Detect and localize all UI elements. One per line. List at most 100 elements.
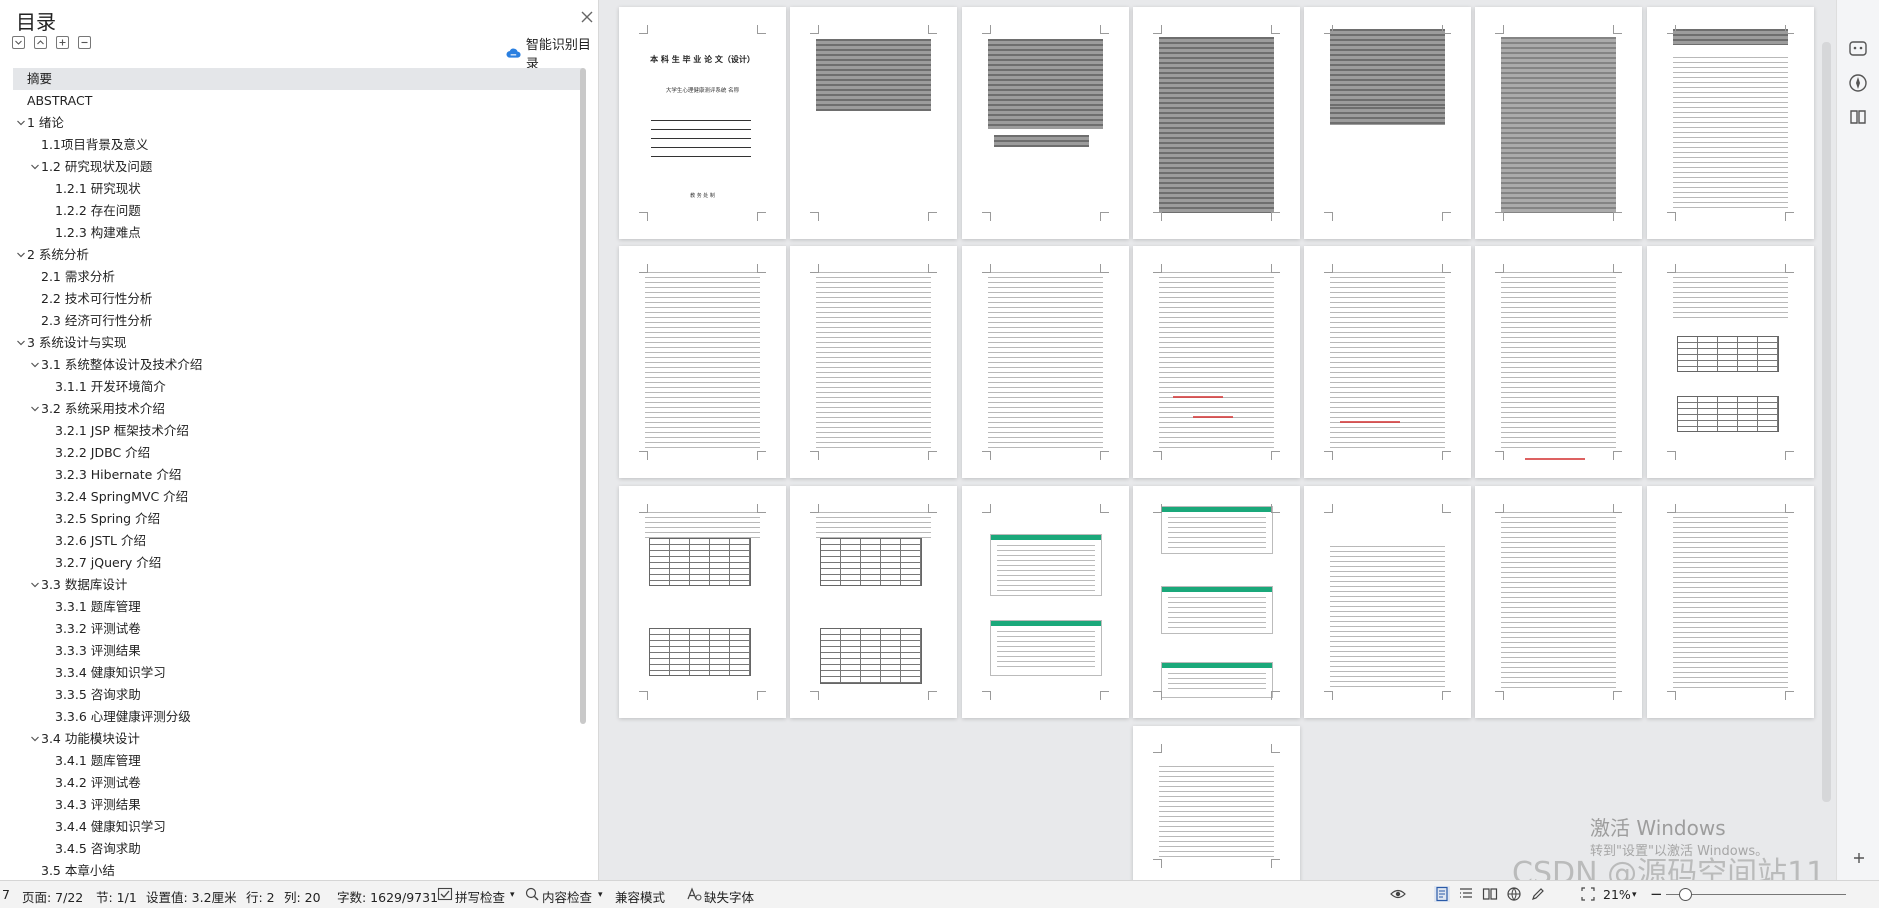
spellcheck-button[interactable]: 拼写检查 [455,887,505,906]
status-page[interactable]: 页面: 7/22 [22,887,83,906]
toc-item[interactable]: 3.2.6 JSTL 介绍 [13,530,583,552]
reading-mode-icon[interactable] [1482,886,1498,902]
zoom-out-icon[interactable]: − [1650,885,1663,903]
page-thumbnail[interactable] [619,246,786,478]
page-thumbnail[interactable] [1133,246,1300,478]
toc-item[interactable]: 2 系统分析 [13,244,583,266]
web-layout-icon[interactable] [1506,886,1522,902]
zoom-slider-handle[interactable] [1679,888,1692,901]
toc-item[interactable]: 3.4.2 评测试卷 [13,772,583,794]
toc-item[interactable]: 3.2.5 Spring 介绍 [13,508,583,530]
chevron-down-icon[interactable] [15,244,27,266]
smart-toc-button[interactable]: 智能识别目录 [506,34,598,72]
outline-view-icon[interactable] [1458,886,1474,902]
chevron-down-icon[interactable] [29,728,41,750]
collapse-all-icon[interactable] [34,36,47,49]
page-thumbnail[interactable] [1133,726,1300,880]
content-check-chevron-down-icon[interactable]: ▾ [598,890,603,900]
plus-icon[interactable] [1851,850,1867,866]
toc-item[interactable]: 1.2.2 存在问题 [13,200,583,222]
toc-item[interactable]: 3.3.5 咨询求助 [13,684,583,706]
zoom-slider-track[interactable] [1666,894,1846,895]
toc-item[interactable]: 3.2.4 SpringMVC 介绍 [13,486,583,508]
chevron-down-icon[interactable] [15,332,27,354]
toc-item[interactable]: 2.2 技术可行性分析 [13,288,583,310]
pen-icon[interactable] [1530,886,1546,902]
page-view-icon[interactable] [1434,886,1450,902]
toc-item[interactable]: 3.3.1 题库管理 [13,596,583,618]
eye-protect-icon[interactable] [1390,886,1406,902]
page-thumbnail[interactable] [1133,7,1300,239]
toc-scrollbar[interactable] [580,68,586,724]
page-thumbnail[interactable] [962,7,1129,239]
toc-item[interactable]: 3.4.4 健康知识学习 [13,816,583,838]
toc-item[interactable]: 3.2.2 JDBC 介绍 [13,442,583,464]
expand-all-icon[interactable] [12,36,25,49]
page-thumbnail[interactable] [790,246,957,478]
toc-item[interactable]: 3.3.3 评测结果 [13,640,583,662]
page-thumbnail[interactable] [790,486,957,718]
page-thumbnail[interactable] [1304,7,1471,239]
toc-item[interactable]: 3.4.1 题库管理 [13,750,583,772]
toc-item[interactable]: 1.1项目背景及意义 [13,134,583,156]
missing-font-button[interactable]: 缺失字体 [704,887,754,906]
toc-item[interactable]: 2.3 经济可行性分析 [13,310,583,332]
chevron-down-icon[interactable] [29,398,41,420]
chevron-down-icon[interactable] [29,156,41,178]
status-wordcount[interactable]: 字数: 1629/9731 [337,887,438,906]
toc-item[interactable]: 3.2.7 jQuery 介绍 [13,552,583,574]
toc-item[interactable]: 1.2.3 构建难点 [13,222,583,244]
page-thumbnail[interactable] [1647,486,1814,718]
toc-item[interactable]: 3.3 数据库设计 [13,574,583,596]
document-scrollbar[interactable] [1822,42,1831,802]
add-heading-icon[interactable] [56,36,69,49]
toc-item[interactable]: ABSTRACT [13,90,583,112]
compat-mode-label[interactable]: 兼容模式 [615,887,665,906]
page-thumbnail[interactable] [619,486,786,718]
page-thumbnail[interactable] [962,486,1129,718]
toc-item[interactable]: 3.3.4 健康知识学习 [13,662,583,684]
toc-item[interactable]: 1.2.1 研究现状 [13,178,583,200]
page-thumbnail[interactable] [790,7,957,239]
toc-item[interactable]: 3.2 系统采用技术介绍 [13,398,583,420]
toc-item[interactable]: 1.2 研究现状及问题 [13,156,583,178]
remove-heading-icon[interactable] [78,36,91,49]
page-thumbnail[interactable] [1133,486,1300,718]
page-thumbnail[interactable] [1647,246,1814,478]
toc-item[interactable]: 3.5 本章小结 [13,860,583,880]
toc-item[interactable]: 3 系统设计与实现 [13,332,583,354]
content-check-button[interactable]: 内容检查 [542,887,592,906]
book-icon[interactable] [1847,106,1869,128]
toc-item[interactable]: 1 绪论 [13,112,583,134]
chevron-down-icon[interactable] [29,574,41,596]
toc-item[interactable]: 3.2.1 JSP 框架技术介绍 [13,420,583,442]
toc-item[interactable]: 3.3.2 评测试卷 [13,618,583,640]
chevron-down-icon[interactable] [29,354,41,376]
page-thumbnail[interactable] [1304,486,1471,718]
toc-item[interactable]: 3.4 功能模块设计 [13,728,583,750]
toc-item[interactable]: 3.4.3 评测结果 [13,794,583,816]
page-thumbnail[interactable] [1304,246,1471,478]
toc-item[interactable]: 3.1 系统整体设计及技术介绍 [13,354,583,376]
page-thumbnail[interactable] [962,246,1129,478]
chevron-down-icon[interactable] [15,112,27,134]
page-thumbnail[interactable] [1475,486,1642,718]
page-thumbnail[interactable] [1475,246,1642,478]
document-view[interactable]: 本 科 生 毕 业 论 文（设计） 大学生心理健康测评系统 名称 教 务 处 制 [606,0,1836,880]
zoom-level[interactable]: 21% [1603,887,1631,902]
toc-item[interactable]: 3.2.3 Hibernate 介绍 [13,464,583,486]
compass-icon[interactable] [1847,72,1869,94]
fit-page-icon[interactable] [1580,886,1596,902]
page-thumbnail[interactable]: 本 科 生 毕 业 论 文（设计） 大学生心理健康测评系统 名称 教 务 处 制 [619,7,786,239]
close-icon[interactable] [578,8,596,26]
toc-item[interactable]: 2.1 需求分析 [13,266,583,288]
page-thumbnail[interactable] [1647,7,1814,239]
toc-item[interactable]: 3.4.5 咨询求助 [13,838,583,860]
ai-assistant-icon[interactable] [1847,38,1869,60]
toc-item[interactable]: 摘要 [13,68,583,90]
toc-item[interactable]: 3.3.6 心理健康评测分级 [13,706,583,728]
spellcheck-chevron-down-icon[interactable]: ▾ [510,890,515,900]
toc-item[interactable]: 3.1.1 开发环境简介 [13,376,583,398]
zoom-chevron-down-icon[interactable]: ▾ [1632,890,1637,900]
page-thumbnail[interactable] [1475,7,1642,239]
